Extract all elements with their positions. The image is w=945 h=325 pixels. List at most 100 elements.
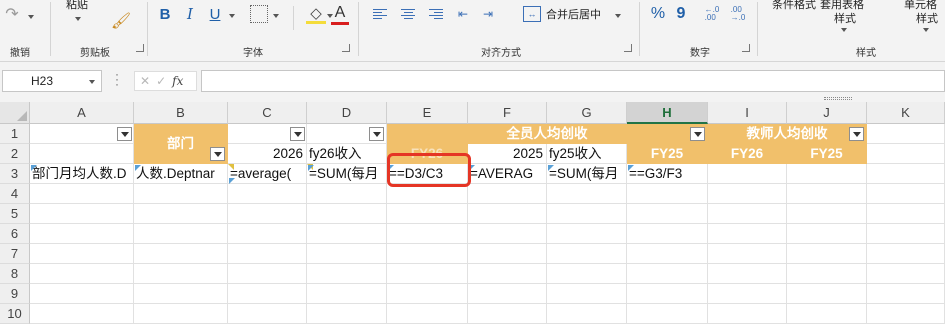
empty-cell[interactable] — [307, 284, 387, 304]
empty-cell[interactable] — [867, 204, 945, 224]
column-header-c[interactable]: C — [228, 102, 307, 124]
conditional-formatting-button[interactable]: 条件格式 — [772, 0, 816, 12]
empty-cell[interactable] — [787, 164, 867, 184]
empty-cell[interactable] — [468, 204, 547, 224]
empty-cell[interactable] — [387, 224, 468, 244]
column-header-g[interactable]: G — [547, 102, 627, 124]
empty-cell[interactable] — [387, 184, 468, 204]
empty-cell[interactable] — [387, 244, 468, 264]
column-header-b[interactable]: B — [134, 102, 228, 124]
empty-cell[interactable] — [468, 284, 547, 304]
column-header-d[interactable]: D — [307, 102, 387, 124]
empty-cell[interactable] — [627, 284, 708, 304]
empty-cell[interactable] — [787, 284, 867, 304]
empty-cell[interactable] — [867, 284, 945, 304]
cell-j2[interactable]: FY25 — [787, 144, 867, 164]
filter-dropdown-j1[interactable] — [849, 127, 864, 141]
empty-cell[interactable] — [387, 204, 468, 224]
empty-cell[interactable] — [134, 224, 228, 244]
cancel-entry-icon[interactable]: ✕ — [140, 74, 150, 88]
fill-color-icon[interactable]: ◇ — [306, 4, 326, 24]
empty-cell[interactable] — [30, 184, 134, 204]
confirm-entry-icon[interactable]: ✓ — [156, 74, 166, 88]
empty-cell[interactable] — [547, 304, 627, 324]
borders-dropdown-icon[interactable] — [272, 12, 280, 20]
indent-decrease-icon[interactable]: ⇤ — [455, 6, 471, 22]
cell-h3[interactable]: ==G3/F3 — [627, 164, 708, 184]
column-header-e[interactable]: E — [387, 102, 468, 124]
empty-cell[interactable] — [867, 164, 945, 184]
row-header-10[interactable]: 10 — [0, 304, 30, 324]
empty-cell[interactable] — [627, 184, 708, 204]
empty-cell[interactable] — [307, 184, 387, 204]
cell-i1[interactable]: 教师人均创收 — [708, 124, 867, 144]
cell-g3[interactable]: =SUM(每月 — [547, 164, 627, 184]
empty-cell[interactable] — [867, 244, 945, 264]
name-box-dropdown-icon[interactable] — [89, 80, 95, 84]
empty-cell[interactable] — [627, 264, 708, 284]
empty-cell[interactable] — [468, 304, 547, 324]
empty-cell[interactable] — [867, 264, 945, 284]
cell-h2[interactable]: FY25 — [627, 144, 708, 164]
empty-cell[interactable] — [307, 224, 387, 244]
align-right-icon[interactable] — [427, 6, 443, 22]
cell-i2[interactable]: FY26 — [708, 144, 787, 164]
empty-cell[interactable] — [708, 184, 787, 204]
empty-cell[interactable] — [708, 164, 787, 184]
empty-cell[interactable] — [627, 224, 708, 244]
empty-cell[interactable] — [867, 224, 945, 244]
empty-cell[interactable] — [708, 244, 787, 264]
empty-cell[interactable] — [228, 264, 307, 284]
empty-cell[interactable] — [787, 184, 867, 204]
merge-center-icon[interactable]: ↔ — [523, 6, 541, 22]
cell-f3[interactable]: =AVERAG — [468, 164, 547, 184]
empty-cell[interactable] — [387, 284, 468, 304]
empty-cell[interactable] — [787, 204, 867, 224]
empty-cell[interactable] — [30, 224, 134, 244]
cell-d3[interactable]: =SUM(每月 — [307, 164, 387, 184]
name-box[interactable]: H23 — [2, 70, 102, 92]
merge-dropdown-icon[interactable] — [614, 12, 622, 20]
filter-dropdown-b2[interactable] — [210, 147, 225, 161]
empty-cell[interactable] — [867, 184, 945, 204]
comma-style-button[interactable]: 9 — [674, 4, 688, 24]
empty-cell[interactable] — [228, 284, 307, 304]
empty-cell[interactable] — [307, 204, 387, 224]
cell-styles-dropdown-icon[interactable] — [922, 26, 930, 34]
empty-cell[interactable] — [134, 284, 228, 304]
row-header-4[interactable]: 4 — [0, 184, 30, 204]
empty-cell[interactable] — [787, 244, 867, 264]
formula-bar-resize-handle[interactable] — [824, 97, 852, 100]
alignment-launcher-icon[interactable] — [624, 44, 632, 52]
indent-increase-icon[interactable]: ⇥ — [480, 6, 496, 22]
filter-dropdown-a1[interactable] — [117, 127, 132, 141]
row-header-3[interactable]: 3 — [0, 164, 30, 184]
empty-cell[interactable] — [627, 244, 708, 264]
empty-cell[interactable] — [627, 304, 708, 324]
row-header-7[interactable]: 7 — [0, 244, 30, 264]
empty-cell[interactable] — [387, 304, 468, 324]
empty-cell[interactable] — [307, 244, 387, 264]
empty-cell[interactable] — [547, 204, 627, 224]
column-header-j[interactable]: J — [787, 102, 867, 124]
empty-cell[interactable] — [228, 244, 307, 264]
empty-cell[interactable] — [134, 304, 228, 324]
more-options-icon[interactable]: · · · — [115, 68, 119, 90]
increase-decimal-icon[interactable]: ←.0.00 — [702, 4, 722, 24]
format-painter-icon[interactable]: 🖌 — [110, 10, 132, 32]
paste-label[interactable]: 粘贴 — [66, 0, 88, 12]
borders-icon[interactable] — [250, 5, 268, 23]
redo-icon[interactable]: ↷ — [2, 4, 22, 24]
column-header-f[interactable]: F — [468, 102, 547, 124]
empty-cell[interactable] — [468, 264, 547, 284]
empty-cell[interactable] — [228, 224, 307, 244]
bold-button[interactable]: B — [155, 4, 175, 24]
decrease-decimal-icon[interactable]: .00 →.0 — [728, 4, 748, 24]
format-as-table-dropdown-icon[interactable] — [840, 26, 848, 34]
cell-b3[interactable]: 人数.Deptnar — [134, 164, 228, 184]
row-header-9[interactable]: 9 — [0, 284, 30, 304]
empty-cell[interactable] — [307, 304, 387, 324]
empty-cell[interactable] — [627, 204, 708, 224]
row-header-2[interactable]: 2 — [0, 144, 30, 164]
empty-cell[interactable] — [787, 264, 867, 284]
